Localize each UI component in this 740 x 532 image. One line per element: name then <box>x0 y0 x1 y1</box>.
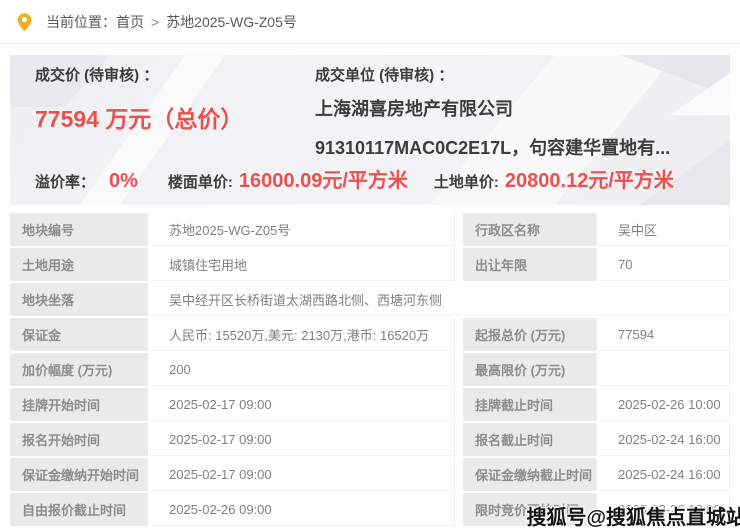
row-label-2: 报名截止时间 <box>463 423 597 456</box>
row-value-1: 200 <box>150 353 455 386</box>
deal-unit-company-line2: 91310117MAC0C2E17L，句容建华置地有... <box>315 137 671 158</box>
row-label-1: 土地用途 <box>10 248 148 281</box>
row-value-1: 苏地2025-WG-Z05号 <box>150 213 455 246</box>
land-unit-price-label: 土地单价: <box>433 174 499 191</box>
row-value-2: 70 <box>599 248 730 281</box>
row-value-2 <box>599 353 730 386</box>
deal-price-block: 成交价 (待审核) ： 77594 万元（总价） <box>35 67 315 163</box>
floor-unit-price-label: 楼面单价: <box>167 174 233 191</box>
row-value-1: 2025-02-26 09:00 <box>150 493 455 526</box>
deal-price-label: 成交价 (待审核) ： <box>35 67 159 84</box>
location-pin-icon <box>17 12 32 31</box>
table-row: 土地用途 城镇住宅用地 出让年限 70 <box>10 248 730 281</box>
table-row: 挂牌开始时间 2025-02-17 09:00 挂牌截止时间 2025-02-26 1… <box>10 388 730 421</box>
row-label-2: 起报总价 (万元) <box>463 318 597 351</box>
row-value-1: 2025-02-17 09:00 <box>150 458 455 491</box>
row-value-2: 2025-02-26 10:00 <box>599 388 730 421</box>
breadcrumb-separator: > <box>151 13 160 30</box>
row-label-1: 保证金缴纳开始时间 <box>10 458 148 491</box>
row-value-1: 吴中经开区长桥街道太湖西路北侧、西塘河东侧 <box>150 283 730 316</box>
row-value-1: 2025-02-17 09:00 <box>150 388 455 421</box>
table-row: 保证金缴纳开始时间 2025-02-17 09:00 保证金缴纳截止时间 2025-0… <box>10 458 730 491</box>
table-row: 地块坐落 吴中经开区长桥街道太湖西路北侧、西塘河东侧 <box>10 283 730 316</box>
row-value-2: 吴中区 <box>599 213 730 246</box>
row-value-2: 2025-02-24 16:00 <box>599 458 730 491</box>
row-label-1: 地块坐落 <box>10 283 148 316</box>
sohu-watermark: 搜狐号@搜狐焦点直城站 <box>526 507 740 529</box>
row-label-2: 最高限价 (万元) <box>463 353 597 386</box>
premium-rate-value: 0% <box>109 170 138 192</box>
row-label-1: 报名开始时间 <box>10 423 148 456</box>
floor-unit-price-value: 16000.09元/平方米 <box>238 170 408 192</box>
panel-top-section: 成交价 (待审核) ： 77594 万元（总价） 成交单位 (待审核) ： 上海… <box>35 67 720 163</box>
breadcrumb-bar: 当前位置： 首页 > 苏地2025-WG-Z05号 <box>0 0 740 44</box>
deal-summary-panel: 成交价 (待审核) ： 77594 万元（总价） 成交单位 (待审核) ： 上海… <box>10 55 730 205</box>
deal-unit-block: 成交单位 (待审核) ： 上海湖喜房地产有限公司 91310117MAC0C2E… <box>315 67 720 163</box>
table-row: 加价幅度 (万元) 200 最高限价 (万元) <box>10 353 730 386</box>
row-value-2: 77594 <box>599 318 730 351</box>
row-value-1: 2025-02-17 09:00 <box>150 423 455 456</box>
row-value-2: 2025-02-24 16:00 <box>599 423 730 456</box>
table-row: 报名开始时间 2025-02-17 09:00 报名截止时间 2025-02-24 1… <box>10 423 730 456</box>
row-label-1: 保证金 <box>10 318 148 351</box>
row-label-2: 出让年限 <box>463 248 597 281</box>
table-row: 保证金 人民币: 15520万,美元: 2130万,港币: 16520万 起报总价 … <box>10 318 730 351</box>
breadcrumb-home-link[interactable]: 首页 <box>116 12 144 32</box>
parcel-details-table: 地块编号 苏地2025-WG-Z05号 行政区名称 吴中区 土地用途 城镇住宅用地 出让年限… <box>10 213 730 528</box>
table-row: 地块编号 苏地2025-WG-Z05号 行政区名称 吴中区 <box>10 213 730 246</box>
row-label-1: 自由报价截止时间 <box>10 493 148 526</box>
row-label-1: 挂牌开始时间 <box>10 388 148 421</box>
deal-unit-label: 成交单位 (待审核) ： <box>315 67 454 84</box>
deal-price-value: 77594 万元（总价） <box>35 106 244 132</box>
row-value-1: 人民币: 15520万,美元: 2130万,港币: 16520万 <box>150 318 455 351</box>
premium-rate-label: 溢价率： <box>35 174 96 191</box>
panel-price-metrics-row: 溢价率： 0% 楼面单价: 16000.09元/平方米 土地单价: 20800.… <box>35 164 720 193</box>
breadcrumb-location-label: 当前位置： <box>46 13 116 30</box>
row-label-2: 行政区名称 <box>463 213 597 246</box>
row-label-2: 保证金缴纳截止时间 <box>463 458 597 491</box>
row-label-2: 挂牌截止时间 <box>463 388 597 421</box>
breadcrumb-current-page: 苏地2025-WG-Z05号 <box>166 13 297 30</box>
row-label-1: 地块编号 <box>10 213 148 246</box>
land-unit-price-value: 20800.12元/平方米 <box>504 170 674 192</box>
row-value-1: 城镇住宅用地 <box>150 248 455 281</box>
deal-unit-company-line1: 上海湖喜房地产有限公司 <box>315 99 513 119</box>
row-label-1: 加价幅度 (万元) <box>10 353 148 386</box>
